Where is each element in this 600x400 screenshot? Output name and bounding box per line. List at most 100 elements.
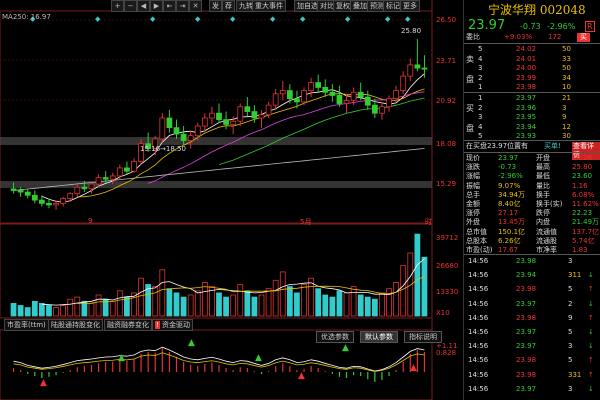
candle-body	[244, 106, 251, 112]
signal-arrow-icon: ▲	[188, 338, 195, 348]
candle-body	[53, 202, 59, 206]
candle-body	[400, 75, 407, 92]
tick-row: 14:56 23.98 5 ↑	[468, 356, 594, 365]
volume-bar	[379, 292, 385, 317]
time-tick: 9	[88, 217, 93, 225]
signal-arrow-icon: ▲	[118, 353, 125, 363]
candle-body	[357, 91, 364, 98]
volume-bar	[88, 302, 95, 317]
time-tick: 时	[425, 218, 432, 226]
price-tick: 23.71	[436, 57, 457, 65]
buy-side-label: 盘	[466, 124, 474, 133]
toolbar-icon[interactable]: −	[124, 0, 137, 12]
candle-body	[301, 90, 307, 103]
sell-side-label: 卖	[466, 55, 474, 64]
candle-body	[31, 194, 38, 201]
macd-tick: 0.828	[436, 349, 457, 357]
default-params-button[interactable]: 默认参数	[360, 331, 398, 343]
volume-bar	[180, 296, 187, 317]
volume-bar	[24, 307, 31, 317]
toolbar-icon[interactable]: +	[111, 0, 124, 12]
candle-body	[166, 117, 173, 129]
volume-bar	[223, 296, 229, 317]
buy-order-row: 1 23.97 21	[478, 94, 571, 102]
candle-body	[124, 167, 130, 172]
quote-panel: 宁波华翔 002048 23.97 -0.73 -2.96% R 委比 +9.0…	[463, 0, 600, 400]
toolbar-icon[interactable]: ⇥	[176, 0, 189, 12]
volume-bar	[109, 300, 116, 317]
price-tick: 15.29	[436, 180, 457, 188]
candle-body	[173, 127, 180, 135]
optimal-params-button[interactable]: 优选参数	[316, 331, 354, 343]
volume-tick: 26680	[436, 262, 459, 270]
support-band	[0, 137, 432, 145]
stat-row: 现价 23.97 开盘 25.26	[466, 154, 593, 162]
toolbar-button[interactable]: 重大事件	[252, 0, 286, 12]
candle-body	[194, 125, 201, 137]
volume-bar	[350, 286, 357, 317]
tick-row: 14:56 23.97 3 ↓	[468, 384, 594, 393]
toolbar-icon[interactable]: ⇤	[163, 0, 176, 12]
buy-button[interactable]: 买	[577, 33, 590, 42]
tab-hk-connect[interactable]: 陆股通持股变化	[48, 319, 103, 331]
toolbar-button[interactable]: 更多	[400, 0, 420, 12]
toolbar-icon[interactable]: ▶	[150, 0, 163, 12]
toolbar-icon[interactable]: ✕	[189, 0, 202, 12]
toolbar-icon[interactable]: ◀	[137, 0, 150, 12]
buy-order-row: 2 23.96 3	[478, 103, 567, 112]
candle-body	[294, 98, 300, 103]
volume-bar	[159, 269, 166, 317]
candle-body	[116, 167, 123, 177]
toolbar-button[interactable]: 荐	[222, 0, 235, 12]
sell-order-row: 1 23.98 10	[478, 83, 571, 91]
position-notice: 在买盘23.97位置有 买单! 查看详情	[464, 142, 600, 160]
ma250-label: MA250: 16.97	[2, 13, 51, 21]
event-marker-icon: ◆	[385, 15, 391, 23]
tab-fund-drive[interactable]: ! 资金驱动	[152, 319, 194, 331]
volume-bar	[322, 294, 329, 317]
volume-bar	[53, 307, 59, 317]
tick-row: 14:56 23.98 3	[468, 257, 573, 265]
candle-body	[343, 99, 350, 104]
candle-body	[180, 133, 187, 141]
candle-body	[371, 104, 378, 114]
volume-tick: 39712	[436, 234, 459, 242]
candle-body	[109, 175, 116, 180]
event-marker-icon: ◆	[195, 15, 201, 23]
indicator-tabs: 市盈率(ttm) 陆股通持股变化 融资融券变化 ! 资金驱动	[0, 319, 462, 331]
candle-body	[102, 177, 109, 180]
r-flag[interactable]: R	[585, 21, 595, 32]
candle-body	[379, 106, 385, 114]
toolbar-button[interactable]: 发	[209, 0, 222, 12]
chart-area[interactable]: ◆ ◆ ◆ ◆ ◆ ◆ ◆ ◆ ◆ ◆ ▲ ▲ ▲ ▲ ▲ ▲ ▲ 发荐九转 重大事件 加自选 对比 复权 叠加 预测 标记更…	[0, 0, 462, 400]
volume-bar	[301, 284, 307, 317]
stat-row: 振幅 9.07% 量比 1.16	[466, 181, 588, 190]
stat-row: 涨停 27.17 跌停 22.23	[466, 209, 593, 218]
tab-margin[interactable]: 融资融券变化	[104, 319, 152, 331]
volume-bar	[393, 281, 399, 317]
signal-arrow-icon: ▲	[255, 353, 262, 363]
volume-bar	[357, 294, 364, 317]
candle-body	[322, 87, 329, 93]
volume-bar	[386, 288, 392, 317]
volume-bar	[237, 284, 244, 317]
signal-arrow-icon: ▲	[342, 343, 349, 353]
volume-bar	[294, 292, 300, 317]
candle-body	[201, 117, 208, 127]
volume-bar	[67, 298, 74, 317]
sell-order-row: 3 24.00 50	[478, 64, 571, 72]
volume-bar	[17, 305, 24, 317]
price-pane-frame	[0, 10, 433, 224]
volume-bar	[216, 292, 222, 317]
price-tick: 26.50	[436, 16, 457, 24]
candle-body	[258, 114, 265, 119]
sell-side-label: 盘	[466, 75, 474, 84]
candle-body	[131, 161, 137, 172]
volume-bar	[173, 292, 180, 317]
volume-bar	[39, 302, 45, 317]
volume-bar	[116, 290, 123, 317]
signal-arrow-icon: ▲	[40, 378, 47, 388]
volume-bar	[336, 290, 343, 317]
tab-pe[interactable]: 市盈率(ttm)	[4, 319, 49, 331]
candle-body	[60, 198, 67, 204]
